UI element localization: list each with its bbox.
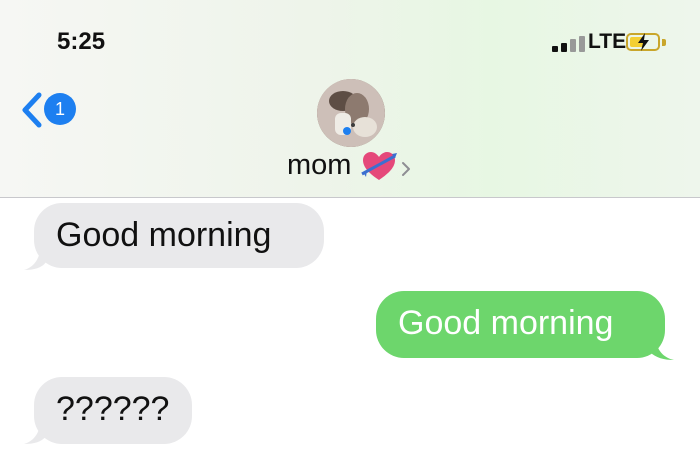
bubble-tail-icon bbox=[24, 422, 46, 444]
contact-avatar[interactable] bbox=[317, 79, 385, 147]
battery-nub bbox=[662, 39, 666, 46]
message-text: ?????? bbox=[56, 390, 170, 428]
outgoing-message-bubble[interactable]: Good morning bbox=[376, 291, 665, 358]
status-time: 5:25 bbox=[57, 28, 106, 55]
signal-bars-icon bbox=[552, 36, 588, 52]
network-type: LTE bbox=[588, 30, 627, 53]
message-text: Good morning bbox=[56, 216, 272, 254]
incoming-message-bubble[interactable]: Good morning bbox=[34, 203, 324, 268]
charging-bolt-icon bbox=[638, 33, 649, 51]
bubble-tail-icon bbox=[650, 338, 674, 360]
chevron-right-icon[interactable] bbox=[400, 160, 412, 178]
unread-count-badge: 1 bbox=[44, 93, 76, 125]
bubble-tail-icon bbox=[24, 248, 46, 270]
message-text: Good morning bbox=[398, 304, 614, 342]
conversation-header: 5:25 LTE 1 mom bbox=[0, 0, 700, 198]
avatar-photo bbox=[317, 79, 385, 147]
contact-name[interactable]: mom bbox=[287, 149, 351, 182]
incoming-message-bubble[interactable]: ?????? bbox=[34, 377, 192, 444]
heart-arrow-emoji-icon bbox=[361, 152, 397, 180]
back-chevron-icon bbox=[22, 92, 42, 128]
